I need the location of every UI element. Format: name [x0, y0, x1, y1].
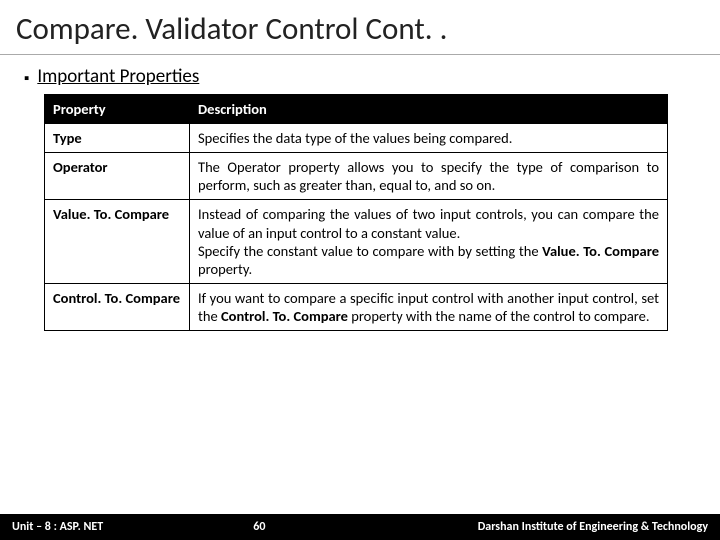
slide-title: Compare. Validator Control Cont. . [0, 0, 720, 55]
header-description: Description [190, 95, 668, 124]
footer-bar: Unit – 8 : ASP. NET 60 Darshan Institute… [0, 514, 720, 540]
footer-unit: Unit – 8 : ASP. NET [12, 520, 103, 534]
cell-description: Specifies the data type of the values be… [190, 124, 668, 153]
section-heading-row: ▪ Important Properties [24, 65, 696, 88]
footer-page-number: 60 [103, 520, 477, 534]
cell-property: Control. To. Compare [45, 283, 190, 330]
table-row: Type Specifies the data type of the valu… [45, 124, 668, 153]
cell-property: Operator [45, 153, 190, 200]
table-header-row: Property Description [45, 95, 668, 124]
cell-description: The Operator property allows you to spec… [190, 153, 668, 200]
header-property: Property [45, 95, 190, 124]
bullet-square-icon: ▪ [24, 70, 29, 88]
footer-institute: Darshan Institute of Engineering & Techn… [478, 520, 708, 534]
table-row: Operator The Operator property allows yo… [45, 153, 668, 200]
properties-table: Property Description Type Specifies the … [44, 94, 668, 331]
content-area: ▪ Important Properties Property Descript… [0, 55, 720, 331]
cell-property: Value. To. Compare [45, 200, 190, 284]
table-row: Control. To. Compare If you want to comp… [45, 283, 668, 330]
cell-description: If you want to compare a specific input … [190, 283, 668, 330]
section-heading: Important Properties [37, 65, 199, 88]
cell-property: Type [45, 124, 190, 153]
table-row: Value. To. Compare Instead of comparing … [45, 200, 668, 284]
cell-description: Instead of comparing the values of two i… [190, 200, 668, 284]
